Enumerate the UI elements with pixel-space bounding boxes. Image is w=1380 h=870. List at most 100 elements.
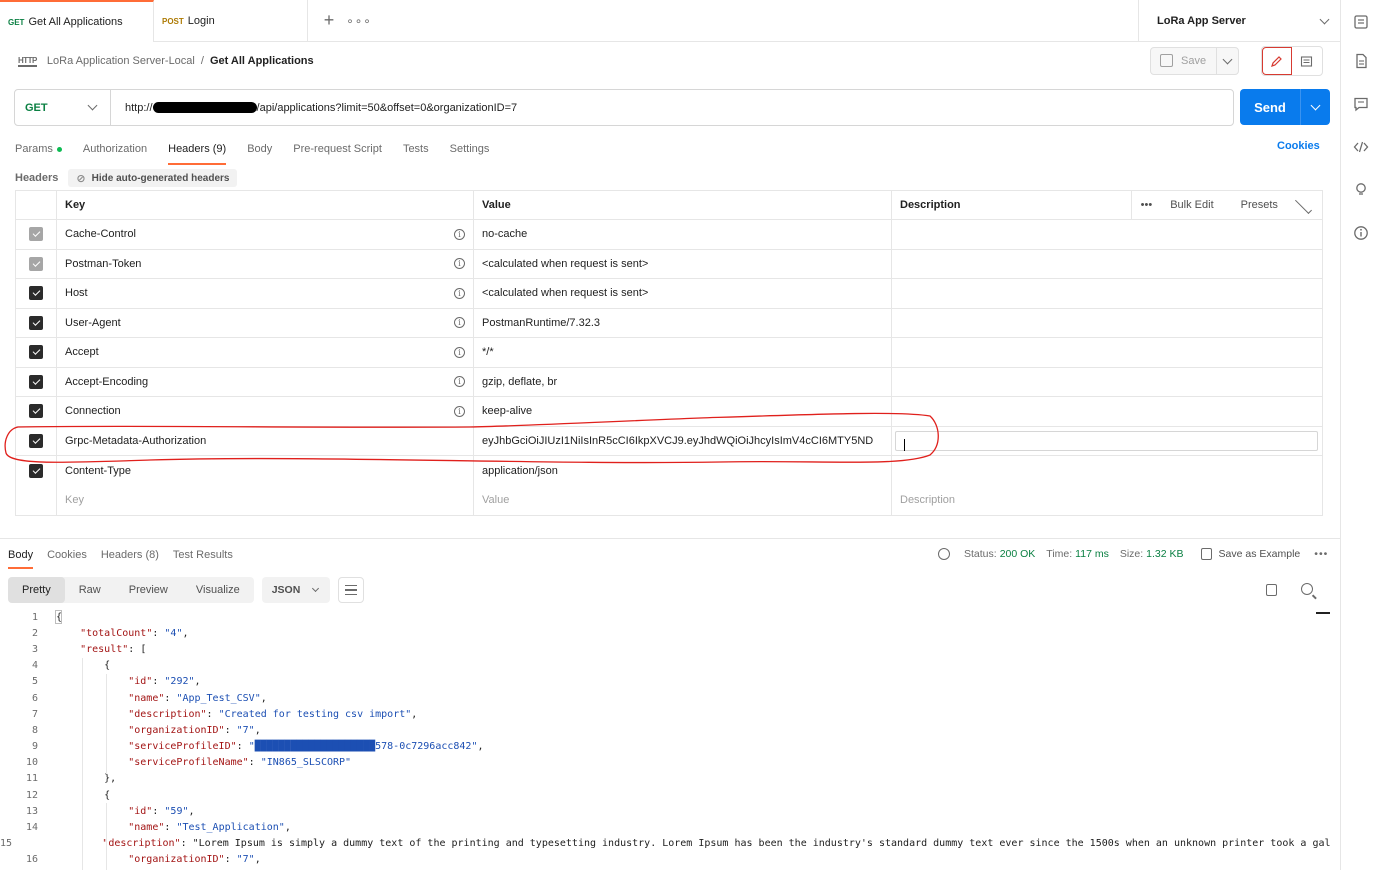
header-description-cell[interactable] — [892, 368, 1322, 397]
header-enabled-checkbox[interactable] — [29, 404, 43, 419]
bulk-edit-button[interactable]: Bulk Edit — [1161, 199, 1222, 211]
header-value-cell[interactable]: */* — [474, 338, 892, 367]
info-icon[interactable]: i — [454, 317, 465, 329]
tab-response-cookies[interactable]: Cookies — [47, 545, 87, 565]
header-description-cell[interactable] — [892, 279, 1322, 308]
header-value-cell[interactable]: application/json — [474, 456, 892, 486]
info-icon[interactable]: i — [454, 287, 465, 299]
tab-authorization[interactable]: Authorization — [83, 136, 147, 162]
tab-headers[interactable]: Headers (9) — [168, 136, 227, 165]
breadcrumb-collection[interactable]: LoRa Application Server-Local — [47, 55, 195, 67]
header-enabled-checkbox[interactable] — [29, 286, 43, 301]
header-value-cell[interactable]: PostmanRuntime/7.32.3 — [474, 308, 892, 337]
header-enabled-checkbox[interactable] — [29, 227, 43, 242]
header-value-cell[interactable]: keep-alive — [474, 397, 892, 426]
header-value-cell[interactable]: no-cache — [474, 220, 892, 249]
header-enabled-checkbox[interactable] — [29, 433, 43, 448]
breadcrumb-request[interactable]: Get All Applications — [210, 55, 314, 67]
header-enabled-checkbox[interactable] — [29, 315, 43, 330]
more-options-icon[interactable]: ••• — [1132, 199, 1162, 211]
environment-selector[interactable]: LoRa App Server — [1138, 0, 1340, 42]
view-visualize[interactable]: Visualize — [182, 577, 254, 603]
header-enabled-checkbox[interactable] — [29, 463, 43, 478]
header-description-cell[interactable] — [892, 250, 1322, 279]
tab-test-results[interactable]: Test Results — [173, 545, 233, 565]
more-tabs-icon[interactable]: ∘∘∘ — [344, 0, 374, 41]
header-description-cell[interactable] — [892, 338, 1322, 367]
header-description-cell[interactable] — [892, 220, 1322, 249]
tab-tests[interactable]: Tests — [403, 136, 429, 162]
view-raw[interactable]: Raw — [65, 577, 115, 603]
header-key-cell[interactable]: User-Agent i — [57, 308, 474, 337]
header-key: Content-Type — [65, 464, 132, 477]
header-value-cell[interactable]: <calculated when request is sent> — [474, 279, 892, 308]
view-pretty[interactable]: Pretty — [8, 577, 65, 603]
hide-auto-generated-button[interactable]: ⊘ Hide auto-generated headers — [68, 169, 238, 187]
new-description-input[interactable]: Description — [892, 486, 1322, 516]
header-key-cell[interactable]: Grpc-Metadata-Authorization — [57, 426, 474, 455]
tab-settings[interactable]: Settings — [450, 136, 490, 162]
header-value-cell[interactable]: <calculated when request is sent> — [474, 249, 892, 278]
header-key-cell[interactable]: Accept-Encoding i — [57, 367, 474, 396]
header-key-cell[interactable]: Accept i — [57, 338, 474, 367]
info-icon[interactable]: i — [454, 376, 465, 388]
search-icon[interactable] — [1301, 583, 1313, 595]
url-input[interactable]: http:// /api/applications?limit=50&offse… — [111, 102, 517, 114]
header-value-cell[interactable]: eyJhbGciOiJIUzI1NiIsInR5cCI6IkpXVCJ9.eyJ… — [474, 426, 892, 455]
tab-pre-request-script[interactable]: Pre-request Script — [293, 136, 382, 162]
size-value[interactable]: 1.32 KB — [1146, 548, 1183, 560]
tab-login[interactable]: POST Login — [154, 0, 308, 42]
view-preview[interactable]: Preview — [115, 577, 182, 603]
status-value[interactable]: 200 OK — [1000, 548, 1036, 560]
documentation-icon[interactable] — [1352, 52, 1370, 70]
format-select[interactable]: JSON — [261, 577, 330, 603]
tab-get-all-applications[interactable]: GET Get All Applications — [0, 0, 154, 42]
time-value[interactable]: 117 ms — [1075, 548, 1109, 560]
scrollbar-marker[interactable] — [1316, 612, 1330, 614]
tab-body[interactable]: Body — [247, 136, 272, 162]
save-as-example-button[interactable]: Save as Example — [1200, 548, 1300, 560]
send-button[interactable]: Send — [1240, 89, 1330, 125]
header-key-cell[interactable]: Connection i — [57, 397, 474, 426]
header-description-cell[interactable] — [892, 397, 1322, 426]
send-dropdown-button[interactable] — [1300, 89, 1330, 125]
new-key-input[interactable]: Key — [57, 485, 474, 515]
edit-pencil-icon[interactable] — [1262, 47, 1292, 75]
info-icon[interactable] — [1352, 224, 1370, 242]
new-value-input[interactable]: Value — [474, 485, 892, 515]
header-key-cell[interactable]: Postman-Token i — [57, 249, 474, 278]
header-key-cell[interactable]: Content-Type — [57, 456, 474, 486]
tab-params[interactable]: Params — [15, 136, 62, 162]
tab-response-headers[interactable]: Headers (8) — [101, 545, 159, 565]
header-description-cell[interactable] — [892, 427, 1322, 456]
header-enabled-checkbox[interactable] — [29, 345, 43, 360]
header-description-cell[interactable] — [892, 309, 1322, 338]
info-icon[interactable]: i — [454, 346, 465, 358]
response-code-editor[interactable]: 1{2 "totalCount": "4", 3 "result": [4 {5 … — [0, 609, 1330, 870]
description-input-active[interactable] — [895, 430, 1318, 451]
method-select[interactable]: GET — [15, 90, 111, 125]
header-description-cell[interactable] — [892, 456, 1322, 486]
header-value-cell[interactable]: gzip, deflate, br — [474, 367, 892, 396]
new-tab-plus-icon[interactable]: + — [314, 0, 344, 41]
comments-icon[interactable] — [1352, 95, 1370, 113]
presets-dropdown[interactable]: Presets — [1223, 197, 1322, 214]
tab-response-body[interactable]: Body — [8, 545, 34, 569]
info-icon[interactable]: i — [454, 228, 465, 240]
cookies-link[interactable]: Cookies — [1277, 140, 1320, 152]
environment-quick-look-icon[interactable] — [1352, 13, 1370, 31]
info-icon[interactable]: i — [454, 258, 465, 270]
header-key-cell[interactable]: Cache-Control i — [57, 220, 474, 249]
lightbulb-icon[interactable] — [1352, 180, 1370, 198]
header-enabled-checkbox[interactable] — [29, 374, 43, 389]
more-options-icon[interactable]: ••• — [1314, 548, 1328, 560]
code-snippet-icon[interactable] — [1352, 138, 1370, 156]
header-key-cell[interactable]: Host i — [57, 279, 474, 308]
header-enabled-checkbox[interactable] — [29, 256, 43, 271]
info-icon[interactable]: i — [454, 405, 465, 417]
globe-icon[interactable] — [938, 548, 950, 560]
comment-view-icon[interactable] — [1292, 47, 1322, 75]
wrap-lines-icon[interactable] — [337, 577, 364, 603]
copy-icon[interactable] — [1266, 584, 1277, 596]
save-dropdown-button[interactable] — [1215, 48, 1238, 74]
